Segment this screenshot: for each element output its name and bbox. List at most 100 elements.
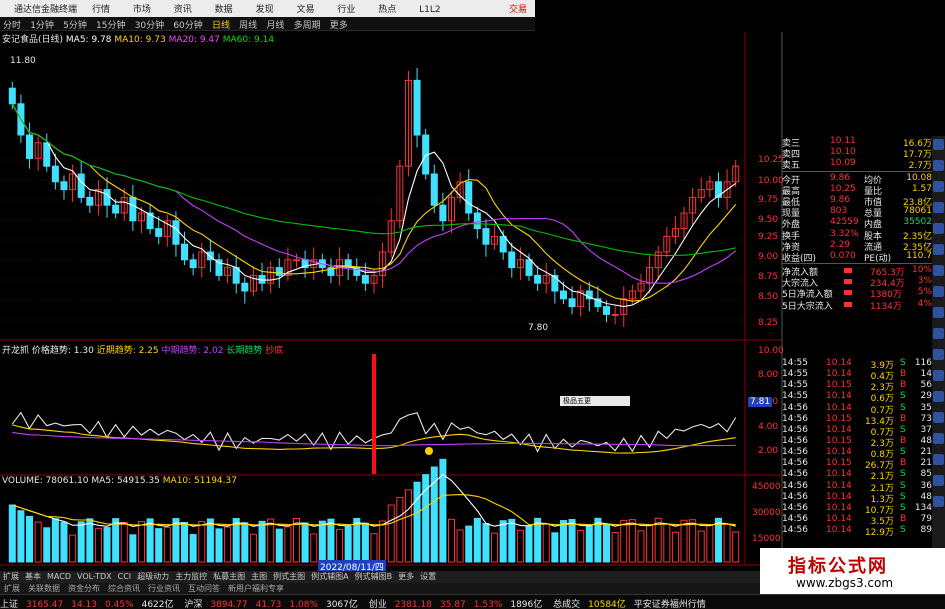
- extension-tab[interactable]: 互动问答: [184, 584, 224, 593]
- volume-bar: [379, 520, 387, 563]
- extension-tab[interactable]: 行业资讯: [144, 584, 184, 593]
- tool-icon[interactable]: [933, 433, 944, 444]
- extension-tab[interactable]: 资金分布: [64, 584, 104, 593]
- volume-bar: [585, 525, 593, 563]
- volume-bar: [611, 532, 619, 563]
- indicator-tab[interactable]: VOL-TDX: [74, 572, 115, 581]
- tick-count: 73: [920, 413, 932, 424]
- price-peak-label: 11.80: [10, 56, 36, 66]
- tool-icon[interactable]: [933, 391, 944, 402]
- tick-list[interactable]: 14:55 10.14 3.9万 S 116 14:55 10.14 0.4万 B 14 14:55…: [782, 358, 932, 538]
- candle-body: [508, 251, 516, 269]
- tool-icon[interactable]: [933, 202, 944, 213]
- tick-side: S: [900, 491, 906, 502]
- tick-side: B: [900, 513, 907, 524]
- volume-bar: [482, 523, 490, 563]
- extension-tab[interactable]: 关联数据: [24, 584, 64, 593]
- volume-bar: [456, 529, 464, 563]
- indicator-tab[interactable]: MACD: [44, 572, 74, 581]
- tool-icon[interactable]: [933, 328, 944, 339]
- volume-bar: [301, 522, 309, 563]
- volume-bar: [224, 526, 232, 563]
- tool-icon[interactable]: [933, 223, 944, 234]
- price-tick: 10.25: [758, 155, 784, 165]
- indicator-tab[interactable]: 更多: [395, 572, 417, 581]
- indicator-tab[interactable]: 例式主图: [270, 572, 308, 581]
- volume-bar: [689, 519, 697, 563]
- tick-price: 10.14: [826, 513, 852, 524]
- site-watermark: 指标公式网 www.zbgs3.com: [760, 548, 945, 594]
- tick-row: 14:55 10.14 3.9万 S 116: [782, 358, 932, 371]
- tick-time: 14:55: [782, 369, 808, 380]
- tick-row: 14:56 10.14 12.9万 S 89: [782, 525, 932, 538]
- indicator-tab[interactable]: CCI: [115, 572, 135, 581]
- indicator-tab[interactable]: 主力监控: [172, 572, 210, 581]
- tick-count: 29: [920, 391, 932, 402]
- volume-bar: [568, 519, 576, 563]
- indicator-p1: 价格趋势: 1.30: [31, 346, 94, 356]
- indicator-tab[interactable]: 主图: [248, 572, 270, 581]
- indicator-tab[interactable]: 例式辅图B: [352, 572, 396, 581]
- indicator-popup[interactable]: 极品五更: [560, 396, 630, 406]
- indicator-tab[interactable]: 超级动力: [134, 572, 172, 581]
- stat-value: 42559: [830, 217, 859, 228]
- tick-price: 10.15: [826, 413, 852, 424]
- tool-icon[interactable]: [933, 454, 944, 465]
- indicator-tick: 2.00: [758, 446, 779, 456]
- tick-count: 35: [920, 402, 932, 413]
- candle-body: [568, 298, 576, 308]
- flow-bar: [844, 279, 852, 285]
- volume-bar: [620, 519, 628, 563]
- tool-icon[interactable]: [933, 370, 944, 381]
- tick-row: 14:56 10.14 0.8万 S 21: [782, 447, 932, 460]
- tool-icon[interactable]: [933, 286, 944, 297]
- tick-side: S: [900, 358, 906, 368]
- volume-bar: [112, 518, 120, 563]
- volume-bar: [267, 518, 275, 563]
- total-value: 10584亿: [588, 600, 626, 609]
- tick-count: 36: [920, 480, 932, 491]
- tick-row: 14:55 10.14 0.6万 S 29: [782, 391, 932, 404]
- sz-label: 沪深: [184, 600, 203, 609]
- tool-icon[interactable]: [933, 307, 944, 318]
- indicator-tab[interactable]: 扩展: [0, 572, 22, 581]
- tool-icon[interactable]: [933, 475, 944, 486]
- tool-icon[interactable]: [933, 139, 944, 150]
- ask-price: 10.09: [830, 158, 856, 169]
- tool-icon[interactable]: [933, 265, 944, 276]
- extension-tab[interactable]: 综合资讯: [104, 584, 144, 593]
- volume-bar: [697, 530, 705, 563]
- candle-body: [714, 181, 722, 198]
- watermark-title: 指标公式网: [788, 556, 888, 577]
- indicator-tab[interactable]: 设置: [417, 572, 439, 581]
- tool-icon[interactable]: [933, 160, 944, 171]
- tick-row: 14:56 10.14 2.1万 S 36: [782, 480, 932, 494]
- indicator-tab[interactable]: 基本: [22, 572, 44, 581]
- extension-tab[interactable]: 扩展: [0, 584, 24, 593]
- candle-body: [215, 259, 223, 276]
- candle-body: [603, 306, 611, 315]
- indicator-p3: 中期趋势: 2.02: [161, 346, 224, 356]
- indicator-tab[interactable]: 私募主图: [210, 572, 248, 581]
- tool-icon[interactable]: [933, 349, 944, 360]
- tick-side: S: [900, 424, 906, 435]
- tool-icon[interactable]: [933, 496, 944, 507]
- indicator-tab[interactable]: 例式辅图A: [308, 572, 351, 581]
- tick-price: 10.14: [826, 480, 852, 491]
- tick-side: B: [900, 413, 907, 424]
- tool-icon[interactable]: [933, 412, 944, 423]
- volume-bar: [508, 518, 516, 563]
- extension-tab[interactable]: 新用户福利专享: [224, 584, 288, 593]
- candle-body: [430, 173, 438, 206]
- chart-frame: [0, 32, 783, 594]
- sz-percent: 1.08%: [289, 600, 318, 609]
- tick-side: S: [900, 469, 906, 480]
- tick-row: 14:56 10.14 0.7万 S 35: [782, 402, 932, 416]
- candle-body: [534, 274, 542, 284]
- volume-tick: 30000: [752, 508, 781, 518]
- volume-bar: [43, 527, 51, 563]
- flow-percent: 4%: [917, 298, 932, 309]
- tool-icon[interactable]: [933, 181, 944, 192]
- volume-bar: [447, 518, 456, 563]
- tool-icon[interactable]: [933, 244, 944, 255]
